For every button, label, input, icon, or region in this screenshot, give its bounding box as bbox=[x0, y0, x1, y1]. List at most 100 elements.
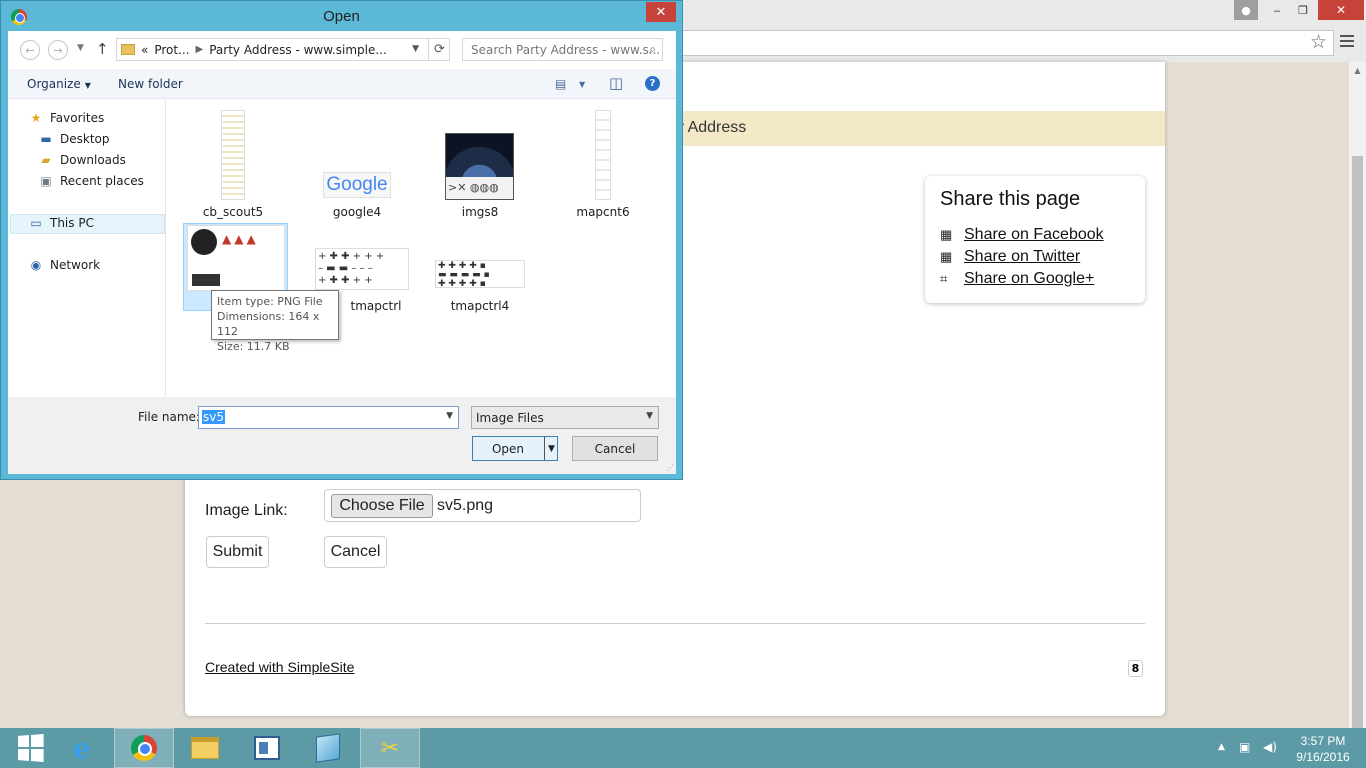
help-icon[interactable]: ? bbox=[645, 76, 660, 91]
view-options-chevron-icon[interactable]: ▼ bbox=[579, 80, 585, 89]
dialog-navbar: ← → ▼ ↑ « Prot... ▶ Party Address - www.… bbox=[8, 31, 676, 67]
tools-icon: ✂ bbox=[380, 735, 400, 761]
simplesite-credit-link[interactable]: Created with SimpleSite bbox=[205, 659, 354, 675]
dialog-body: ← → ▼ ↑ « Prot... ▶ Party Address - www.… bbox=[8, 31, 676, 474]
file-thumbnail bbox=[595, 110, 611, 200]
refresh-icon[interactable]: ⟳ bbox=[428, 39, 450, 60]
network-icon: ◉ bbox=[30, 258, 42, 272]
change-view-icon[interactable]: ▤ bbox=[555, 77, 566, 91]
network-status-icon[interactable]: ▣ bbox=[1239, 740, 1250, 754]
breadcrumb-item[interactable]: Party Address - www.simple... bbox=[209, 43, 387, 57]
recent-locations-chevron-icon[interactable]: ▼ bbox=[77, 43, 84, 53]
forward-arrow-icon[interactable]: → bbox=[48, 40, 68, 60]
file-name-dropdown-icon[interactable]: ▼ bbox=[446, 411, 453, 421]
windows-logo-icon bbox=[18, 734, 44, 762]
facebook-icon: ▦ bbox=[940, 227, 953, 242]
chrome-icon bbox=[131, 735, 157, 761]
dialog-title-bar[interactable]: Open ✕ bbox=[1, 1, 682, 31]
cube-app-icon bbox=[316, 733, 340, 763]
close-button[interactable]: ✕ bbox=[1318, 0, 1364, 20]
volume-icon[interactable]: ◀) bbox=[1263, 740, 1277, 754]
page-title: y Address bbox=[676, 119, 747, 136]
choose-file-button[interactable]: Choose File bbox=[331, 494, 433, 518]
back-arrow-icon[interactable]: ← bbox=[20, 40, 40, 60]
minimize-button[interactable]: ‒ bbox=[1264, 0, 1290, 20]
resize-grip-icon[interactable]: ⋰ bbox=[666, 463, 674, 472]
open-button[interactable]: Open ▼ bbox=[472, 436, 558, 461]
taskbar-internet-explorer[interactable]: e bbox=[52, 728, 112, 768]
window-app-icon bbox=[254, 736, 280, 760]
user-profile-icon[interactable]: ● bbox=[1234, 0, 1258, 20]
breadcrumb-overflow[interactable]: « bbox=[141, 43, 148, 57]
twitter-icon: ▦ bbox=[940, 249, 953, 264]
file-name-label: File name: bbox=[138, 410, 200, 424]
nav-item-desktop[interactable]: ▬ Desktop bbox=[38, 132, 109, 146]
address-bar[interactable] bbox=[682, 30, 1334, 56]
cancel-button[interactable]: Cancel bbox=[324, 536, 387, 568]
address-dropdown-icon[interactable]: ▼ bbox=[412, 44, 419, 54]
nav-item-this-pc[interactable]: ▭ This PC bbox=[28, 216, 94, 230]
nav-item-recent-places[interactable]: ▣ Recent places bbox=[38, 174, 144, 188]
share-google-plus-link[interactable]: ⌗ Share on Google+ bbox=[940, 270, 1094, 288]
dialog-command-bar: Organize ▼ New folder ▤ ▼ ◫ ? bbox=[8, 69, 676, 99]
share-panel: Share this page ▦ Share on Facebook ▦ Sh… bbox=[925, 176, 1145, 303]
recent-places-icon: ▣ bbox=[40, 174, 52, 188]
start-button[interactable] bbox=[0, 728, 60, 768]
breadcrumb-separator-icon: ▶ bbox=[195, 44, 204, 55]
show-hidden-icons-icon[interactable]: ▲ bbox=[1218, 742, 1225, 752]
share-facebook-link[interactable]: ▦ Share on Facebook bbox=[940, 226, 1104, 244]
file-name-input[interactable]: sv5 ▼ bbox=[198, 406, 459, 429]
folder-search-input[interactable]: Search Party Address - www.s... ⌕ bbox=[462, 38, 663, 61]
restore-button[interactable]: ❐ bbox=[1290, 0, 1316, 20]
file-thumbnail: ▲▲▲ bbox=[187, 225, 285, 291]
new-folder-button[interactable]: New folder bbox=[118, 77, 183, 91]
file-tooltip: Item type: PNG File Dimensions: 164 x 11… bbox=[211, 290, 339, 353]
star-icon: ★ bbox=[30, 111, 42, 125]
taskbar-chrome[interactable] bbox=[114, 728, 174, 768]
nav-item-favorites[interactable]: ★ Favorites bbox=[28, 111, 105, 125]
file-type-select[interactable]: Image Files ▼ bbox=[471, 406, 659, 429]
menu-icon[interactable] bbox=[1340, 34, 1354, 48]
page-scrollbar[interactable]: ▲ bbox=[1349, 62, 1366, 746]
open-file-dialog: Open ✕ ← → ▼ ↑ « Prot... ▶ Party Address… bbox=[0, 0, 683, 480]
folder-address-bar[interactable]: « Prot... ▶ Party Address - www.simple..… bbox=[116, 38, 450, 61]
dialog-close-button[interactable]: ✕ bbox=[646, 2, 676, 22]
footer-badge[interactable]: 8 bbox=[1128, 660, 1143, 677]
taskbar-tools-app[interactable]: ✂ bbox=[360, 728, 420, 768]
file-thumbnail: >✕ ◍◍◍ bbox=[445, 133, 514, 200]
open-options-dropdown-icon[interactable]: ▼ bbox=[544, 437, 558, 460]
organize-menu[interactable]: Organize ▼ bbox=[27, 77, 91, 91]
chosen-file-name: sv5.png bbox=[437, 497, 494, 514]
file-list: cb_scout5 Google google4 >✕ ◍◍◍ imgs8 ma… bbox=[168, 100, 674, 396]
taskbar: e ✂ ▲ ▣ ◀) 3:57 PM 9/16/2016 bbox=[0, 728, 1366, 768]
file-thumbnail: + ✚ ✚ + + + – ▬ ▬ – – – + ✚ ✚ + + bbox=[315, 248, 409, 290]
search-icon: ⌕ bbox=[649, 42, 656, 56]
taskbar-file-explorer[interactable] bbox=[175, 728, 235, 768]
nav-item-downloads[interactable]: ▰ Downloads bbox=[38, 153, 126, 167]
navigation-pane: ★ Favorites ▬ Desktop ▰ Downloads ▣ Recent p… bbox=[8, 100, 166, 396]
up-arrow-icon[interactable]: ↑ bbox=[96, 40, 109, 58]
downloads-folder-icon: ▰ bbox=[41, 153, 51, 167]
footer-divider bbox=[205, 623, 1145, 624]
scroll-up-arrow-icon[interactable]: ▲ bbox=[1349, 62, 1366, 78]
preview-pane-icon[interactable]: ◫ bbox=[609, 74, 623, 92]
scroll-thumb[interactable] bbox=[1352, 156, 1363, 746]
bookmark-star-icon[interactable]: ☆ bbox=[1310, 31, 1327, 53]
folder-icon bbox=[121, 44, 135, 55]
breadcrumb-item[interactable]: Prot... bbox=[154, 43, 189, 57]
file-explorer-icon bbox=[191, 737, 219, 759]
share-twitter-link[interactable]: ▦ Share on Twitter bbox=[940, 248, 1080, 266]
taskbar-3d-app[interactable] bbox=[298, 728, 358, 768]
taskbar-app[interactable] bbox=[237, 728, 297, 768]
submit-button[interactable]: Submit bbox=[206, 536, 269, 568]
share-title: Share this page bbox=[940, 188, 1081, 210]
google-plus-icon: ⌗ bbox=[940, 271, 948, 286]
system-clock[interactable]: 3:57 PM 9/16/2016 bbox=[1290, 733, 1356, 765]
file-input[interactable]: Choose File sv5.png bbox=[324, 489, 641, 522]
file-thumbnail: ✚ ✚ ✚ ✚ ▪ ▬ ▬ ▬ ▬ ▪ ✚ ✚ ✚ ✚ ▪ bbox=[435, 260, 525, 289]
internet-explorer-icon: e bbox=[73, 731, 91, 765]
dialog-cancel-button[interactable]: Cancel bbox=[572, 436, 658, 461]
file-type-dropdown-icon[interactable]: ▼ bbox=[646, 411, 653, 421]
nav-item-network[interactable]: ◉ Network bbox=[28, 258, 100, 272]
file-thumbnail bbox=[221, 110, 245, 200]
